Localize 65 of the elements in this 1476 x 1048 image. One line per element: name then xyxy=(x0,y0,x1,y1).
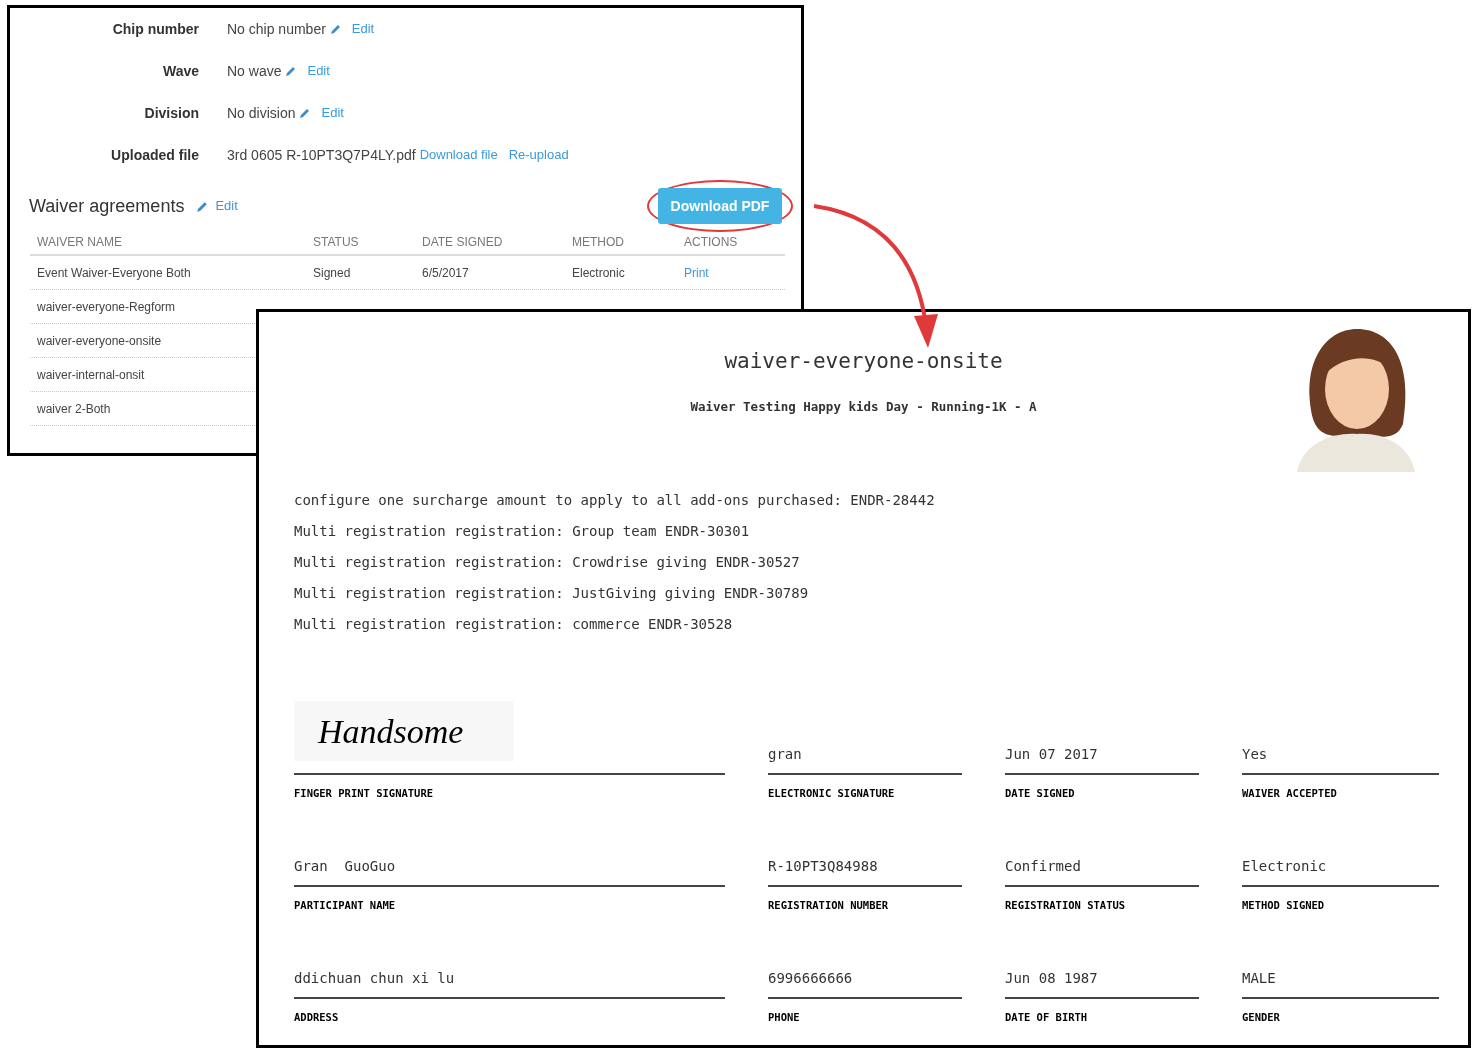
table-cell: waiver-everyone-Regform xyxy=(37,299,176,314)
pencil-icon xyxy=(285,65,298,77)
section-title: Waiver agreements xyxy=(29,194,185,218)
field-label: Wave xyxy=(161,61,199,81)
field-value: gran xyxy=(768,745,802,765)
edit-link[interactable]: Edit xyxy=(307,61,330,81)
pencil-icon xyxy=(329,23,342,35)
table-cell: Event Waiver-Everyone Both xyxy=(37,265,191,280)
column-header: WAIVER NAME xyxy=(37,235,122,249)
edit-link[interactable]: Edit xyxy=(215,196,238,216)
field-label: PARTICIPANT NAME xyxy=(294,899,396,912)
document-line: configure one surcharge amount to apply to all add-ons purchased: ENDR-28442 xyxy=(294,492,935,509)
signature: Handsome xyxy=(318,711,464,752)
field-value: Gran GuoGuo xyxy=(294,857,396,877)
pencil-icon xyxy=(196,199,210,213)
field-label: METHOD SIGNED xyxy=(1242,899,1325,912)
field-value: Jun 07 2017 xyxy=(1005,745,1098,765)
field-value: Confirmed xyxy=(1005,857,1081,877)
table-cell: waiver 2-Both xyxy=(37,401,111,416)
field-value: Yes xyxy=(1242,745,1268,765)
field-label: PHONE xyxy=(768,1011,800,1024)
field-value: R-10PT3Q84988 xyxy=(768,857,878,877)
field-label: FINGER PRINT SIGNATURE xyxy=(294,787,434,800)
field-value: 6996666666 xyxy=(768,969,853,989)
print-link[interactable]: Print xyxy=(684,265,709,280)
table-cell: 6/5/2017 xyxy=(422,265,469,280)
pencil-icon xyxy=(299,107,312,119)
field-label: Uploaded file xyxy=(110,145,199,165)
column-header: DATE SIGNED xyxy=(422,235,503,249)
file-link[interactable]: Re-upload xyxy=(508,145,569,165)
field-value: No chip number xyxy=(227,19,326,39)
field-value: ddichuan chun xi lu xyxy=(294,969,455,989)
document-line: Multi registration registration: Group team ENDR-30301 xyxy=(294,523,750,540)
file-link[interactable]: Download file xyxy=(419,145,498,165)
table-cell: Electronic xyxy=(572,265,625,280)
table-cell: waiver-internal-onsit xyxy=(37,367,145,382)
document-line: Multi registration registration: Crowdrise giving ENDR-30527 xyxy=(294,554,800,571)
table-cell: waiver-everyone-onsite xyxy=(37,333,162,348)
document-line: Multi registration registration: JustGiving giving ENDR-30789 xyxy=(294,585,809,602)
field-value: MALE xyxy=(1242,969,1276,989)
field-label: REGISTRATION NUMBER xyxy=(768,899,889,912)
field-value: Electronic xyxy=(1242,857,1327,877)
field-label: DATE OF BIRTH xyxy=(1005,1011,1088,1024)
edit-link[interactable]: Edit xyxy=(321,103,344,123)
field-label: ELECTRONIC SIGNATURE xyxy=(768,787,895,800)
edit-link[interactable]: Edit xyxy=(351,19,375,39)
download-pdf-button[interactable]: Download PDF xyxy=(658,188,782,224)
column-header: METHOD xyxy=(572,235,624,249)
field-value: No division xyxy=(227,103,296,123)
column-header: STATUS xyxy=(313,235,359,249)
field-value: 3rd 0605 R-10PT3Q7P4LY.pdf xyxy=(227,145,416,165)
field-label: ADDRESS xyxy=(294,1011,339,1024)
field-label: REGISTRATION STATUS xyxy=(1005,899,1126,912)
field-label: GENDER xyxy=(1242,1011,1280,1024)
document-title: waiver-everyone-onsite xyxy=(724,348,1003,375)
field-value: Jun 08 1987 xyxy=(1005,969,1098,989)
document-line: Multi registration registration: commerce ENDR-30528 xyxy=(294,616,733,633)
field-label: WAIVER ACCEPTED xyxy=(1242,787,1337,800)
table-cell: Signed xyxy=(313,265,351,280)
document-subtitle: Waiver Testing Happy kids Day - Running-1K - A xyxy=(690,397,1037,416)
column-header: ACTIONS xyxy=(684,235,738,249)
field-label: Chip number xyxy=(111,19,199,39)
field-value: No wave xyxy=(227,61,282,81)
field-label: DATE SIGNED xyxy=(1005,787,1075,800)
field-label: Division xyxy=(143,103,199,123)
